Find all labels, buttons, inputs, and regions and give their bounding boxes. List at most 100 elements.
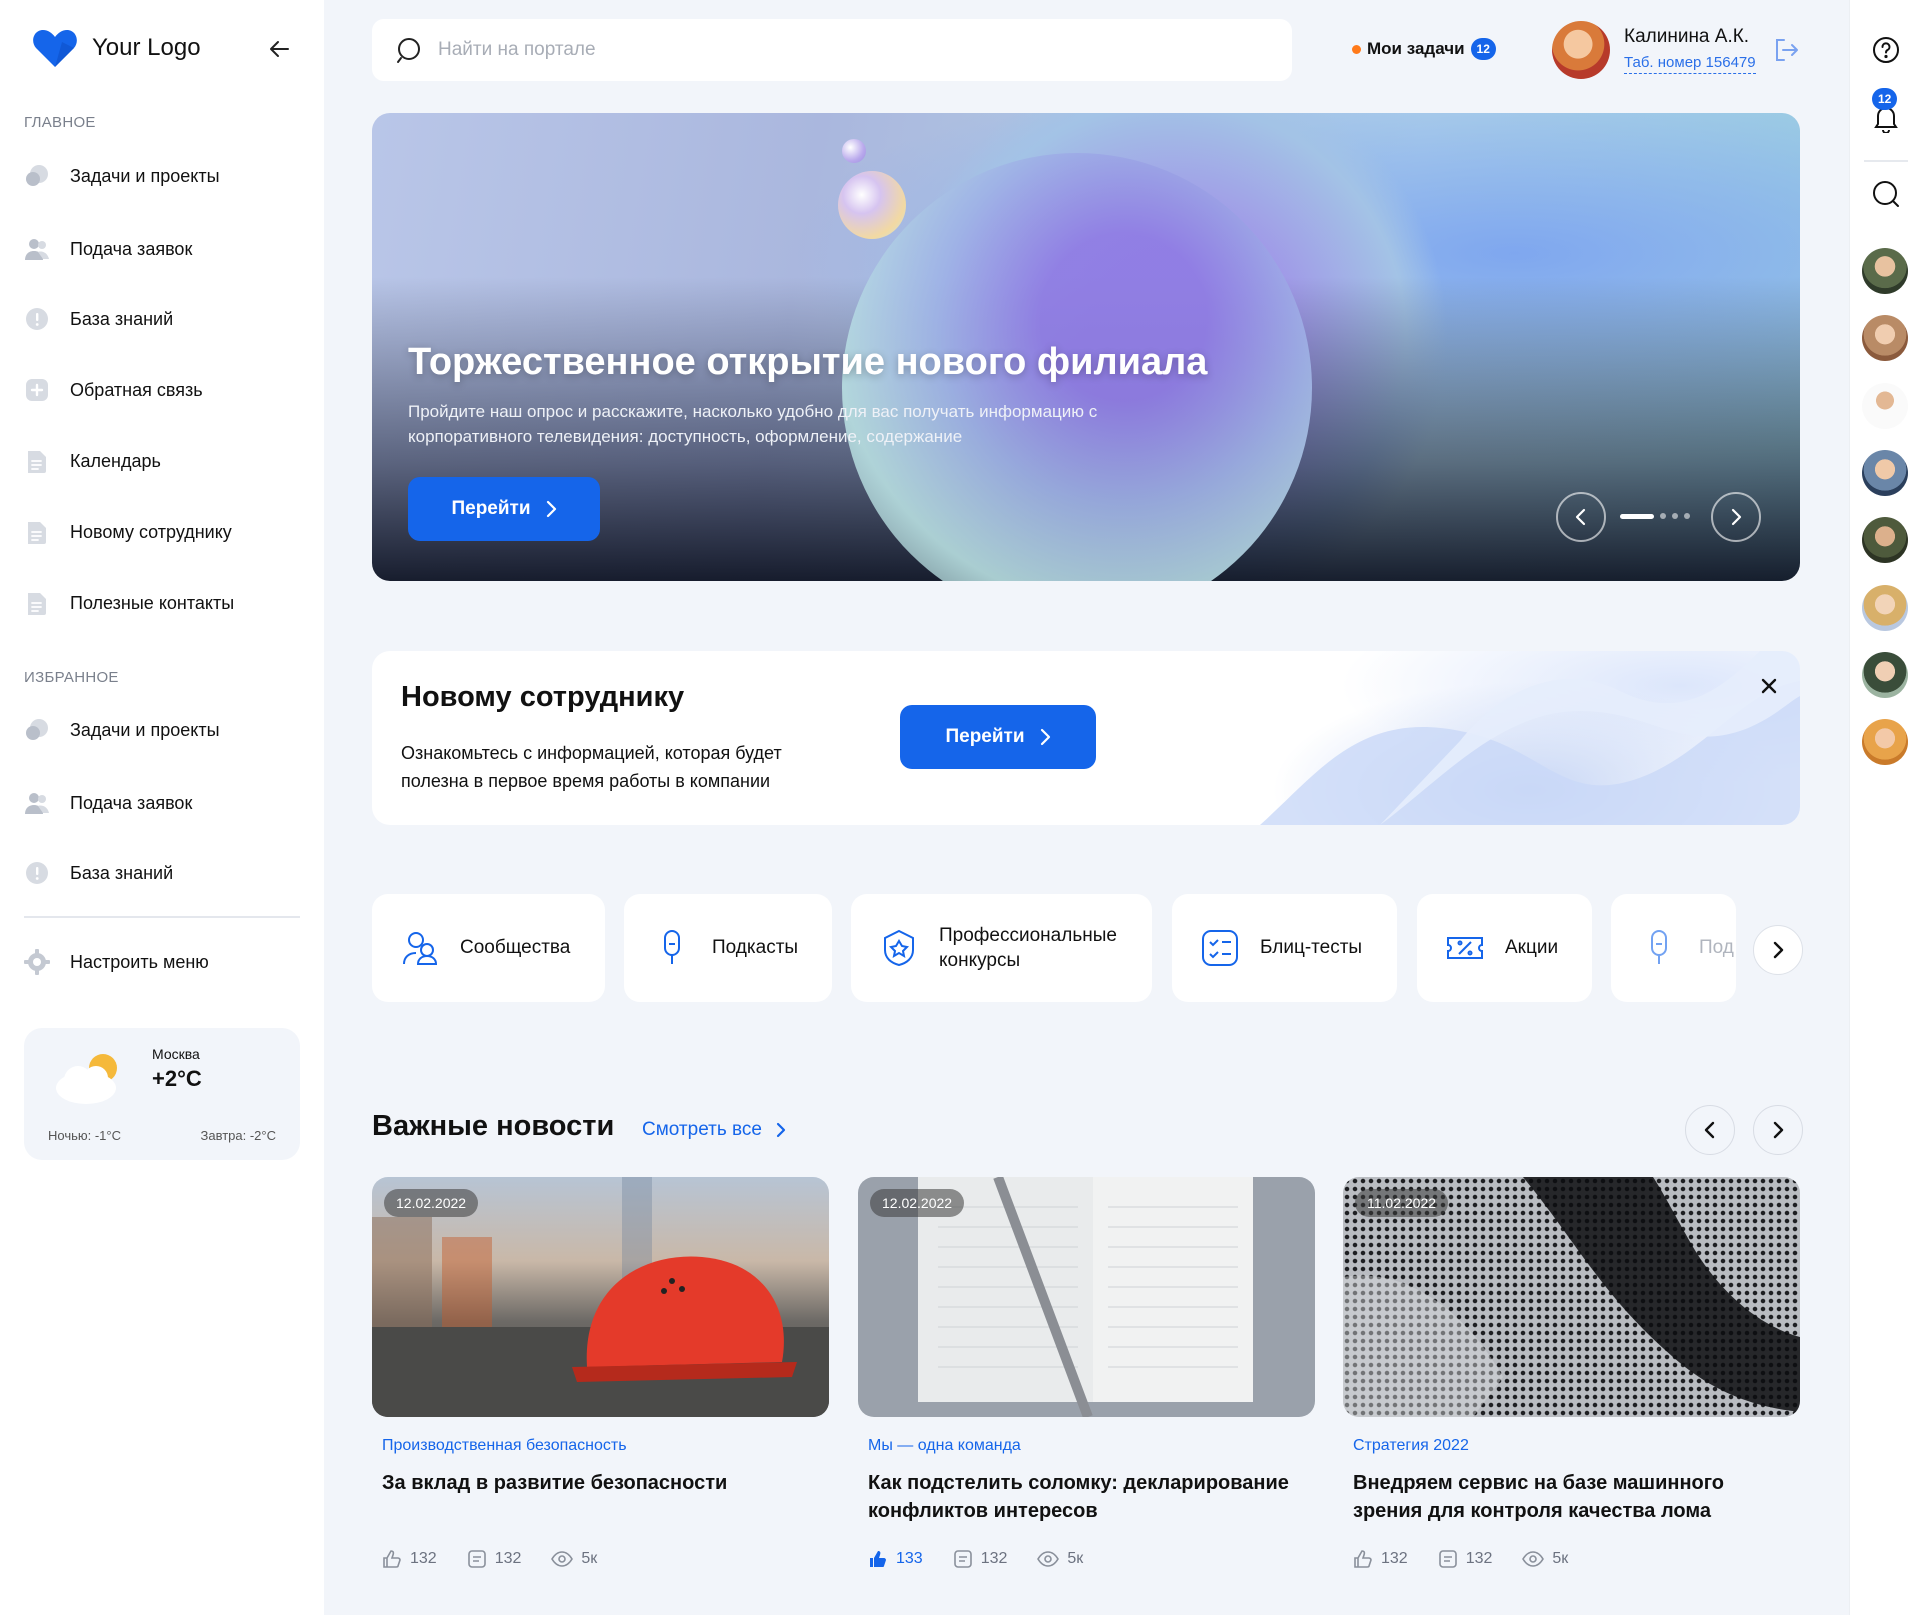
- user-name[interactable]: Калинина А.К.: [1624, 26, 1749, 48]
- news-card[interactable]: 11.02.2022 Стратегия 2022 Внедряем серви…: [1343, 1177, 1800, 1568]
- comments-stat[interactable]: 132: [1438, 1549, 1492, 1569]
- contact-avatar[interactable]: [1862, 450, 1908, 496]
- new-employee-text: Ознакомьтесь с информацией, которая буде…: [401, 743, 782, 791]
- user-avatar[interactable]: [1552, 21, 1610, 79]
- sidebar-item-contacts[interactable]: Полезные контакты: [24, 583, 300, 623]
- sidebar-settings[interactable]: Настроить меню: [24, 942, 300, 982]
- news-card[interactable]: 12.02.2022 Производственная безопасность…: [372, 1177, 829, 1568]
- chevron-right-icon: [546, 500, 556, 518]
- contact-avatar[interactable]: [1862, 517, 1908, 563]
- like-button-active[interactable]: 133: [868, 1549, 923, 1569]
- chevron-right-icon: [1773, 1121, 1784, 1139]
- rightbar-search-button[interactable]: [1868, 176, 1904, 212]
- sidebar-fav-tasks[interactable]: Задачи и проекты: [24, 710, 300, 750]
- ticket-percent-icon: [1445, 928, 1485, 968]
- like-count: 133: [896, 1550, 923, 1567]
- category-communities[interactable]: Сообщества: [372, 894, 605, 1002]
- view-count: 5к: [1552, 1550, 1569, 1567]
- hero-subtitle: Пройдите наш опрос и расскажите, насколь…: [408, 402, 1098, 446]
- sidebar-fav-knowledge[interactable]: База знаний: [24, 853, 300, 893]
- contact-avatar[interactable]: [1862, 315, 1908, 361]
- sidebar-item-feedback[interactable]: Обратная связь: [24, 370, 300, 410]
- comments-stat[interactable]: 132: [953, 1549, 1007, 1569]
- close-button[interactable]: [1756, 673, 1782, 699]
- hero-dot[interactable]: [1660, 513, 1666, 519]
- hero-prev-button[interactable]: [1556, 492, 1606, 542]
- news-next-button[interactable]: [1753, 1105, 1803, 1155]
- news-category[interactable]: Мы — одна команда: [868, 1437, 1021, 1455]
- category-podcasts[interactable]: Подкасты: [624, 894, 832, 1002]
- hero-dot[interactable]: [1684, 513, 1690, 519]
- search-input[interactable]: [438, 39, 1238, 61]
- logout-button[interactable]: [1772, 36, 1800, 69]
- user-tab-number[interactable]: Таб. номер 156479: [1624, 54, 1756, 74]
- logout-icon: [1776, 39, 1798, 61]
- news-image-helmet[interactable]: 12.02.2022: [372, 1177, 829, 1417]
- category-podcasts-partial[interactable]: Под: [1611, 894, 1736, 1002]
- news-date: 12.02.2022: [870, 1189, 965, 1217]
- sidebar-item-label: База знаний: [70, 308, 174, 329]
- contact-avatar[interactable]: [1862, 585, 1908, 631]
- microphone-icon: [652, 928, 692, 968]
- news-category[interactable]: Производственная безопасность: [382, 1437, 627, 1455]
- news-image-metal[interactable]: 11.02.2022: [1343, 1177, 1800, 1417]
- sidebar-item-requests[interactable]: Подача заявок: [24, 229, 300, 269]
- category-promotions[interactable]: Акции: [1417, 894, 1592, 1002]
- sidebar-item-label: Полезные контакты: [70, 592, 235, 613]
- news-title[interactable]: За вклад в развитие безопасности: [382, 1469, 822, 1497]
- category-label: Профессиональные конкурсы: [939, 925, 1117, 971]
- chevron-left-icon: [1704, 1121, 1715, 1139]
- tasks-count-badge: 12: [1470, 38, 1496, 60]
- collapse-sidebar-button[interactable]: [265, 34, 295, 64]
- tasks-label: Мои задачи: [1367, 39, 1465, 58]
- contact-avatar[interactable]: [1862, 652, 1908, 698]
- category-quizzes[interactable]: Блиц-тесты: [1172, 894, 1397, 1002]
- section-main-label: ГЛАВНОЕ: [24, 114, 96, 131]
- categories-next-button[interactable]: [1753, 925, 1803, 975]
- contact-avatar[interactable]: [1862, 719, 1908, 765]
- sidebar-item-calendar[interactable]: Календарь: [24, 441, 300, 481]
- news-prev-button[interactable]: [1685, 1105, 1735, 1155]
- contact-avatar[interactable]: [1862, 383, 1908, 429]
- like-count: 132: [1381, 1550, 1408, 1567]
- news-stats: 133 132 5к: [868, 1549, 1083, 1569]
- logo-text: Your Logo: [92, 34, 201, 61]
- news-stats: 132 132 5к: [382, 1549, 597, 1569]
- hero-dot-active[interactable]: [1620, 513, 1654, 519]
- news-card[interactable]: 12.02.2022 Мы — одна команда Как подстел…: [858, 1177, 1315, 1568]
- news-title[interactable]: Внедряем сервис на базе машинного зрения…: [1353, 1469, 1793, 1525]
- eye-icon: [1522, 1551, 1545, 1567]
- sidebar-item-label: Подача заявок: [70, 792, 193, 813]
- news-image-notebook[interactable]: 12.02.2022: [858, 1177, 1315, 1417]
- close-icon: [1761, 678, 1777, 694]
- news-title[interactable]: Как подстелить соломку: декларирование к…: [868, 1469, 1308, 1525]
- comments-stat[interactable]: 132: [467, 1549, 521, 1569]
- logo[interactable]: Your Logo: [32, 28, 201, 68]
- my-tasks-link[interactable]: Мои задачи 12: [1352, 38, 1496, 60]
- chat-bubbles-icon: [24, 717, 50, 743]
- hero-title: Торжественное открытие нового филиала: [408, 341, 1208, 383]
- like-button[interactable]: 132: [382, 1549, 437, 1569]
- view-count: 5к: [581, 1550, 598, 1567]
- news-see-all-link[interactable]: Смотреть все: [642, 1119, 786, 1141]
- category-contests[interactable]: Профессиональные конкурсы: [851, 894, 1152, 1002]
- like-button[interactable]: 132: [1353, 1549, 1408, 1569]
- sidebar-item-knowledge[interactable]: База знаний: [24, 299, 300, 339]
- sidebar-item-tasks[interactable]: Задачи и проекты: [24, 156, 300, 196]
- hero-dot[interactable]: [1672, 513, 1678, 519]
- category-label: Под: [1699, 937, 1734, 958]
- news-date: 12.02.2022: [384, 1189, 479, 1217]
- news-category[interactable]: Стратегия 2022: [1353, 1437, 1469, 1455]
- see-all-label: Смотреть все: [642, 1119, 762, 1140]
- search-bar[interactable]: [372, 19, 1292, 81]
- contact-avatar[interactable]: [1862, 248, 1908, 294]
- sidebar-item-new-employee[interactable]: Новому сотруднику: [24, 512, 300, 552]
- hero-next-button[interactable]: [1711, 492, 1761, 542]
- new-employee-go-button[interactable]: Перейти: [900, 705, 1096, 769]
- like-count: 132: [410, 1550, 437, 1567]
- chevron-right-icon: [776, 1122, 786, 1138]
- weather-tomorrow: Завтра: -2°C: [200, 1128, 277, 1143]
- hero-go-button[interactable]: Перейти: [408, 477, 600, 541]
- sidebar-fav-requests[interactable]: Подача заявок: [24, 783, 300, 823]
- help-button[interactable]: [1868, 32, 1904, 68]
